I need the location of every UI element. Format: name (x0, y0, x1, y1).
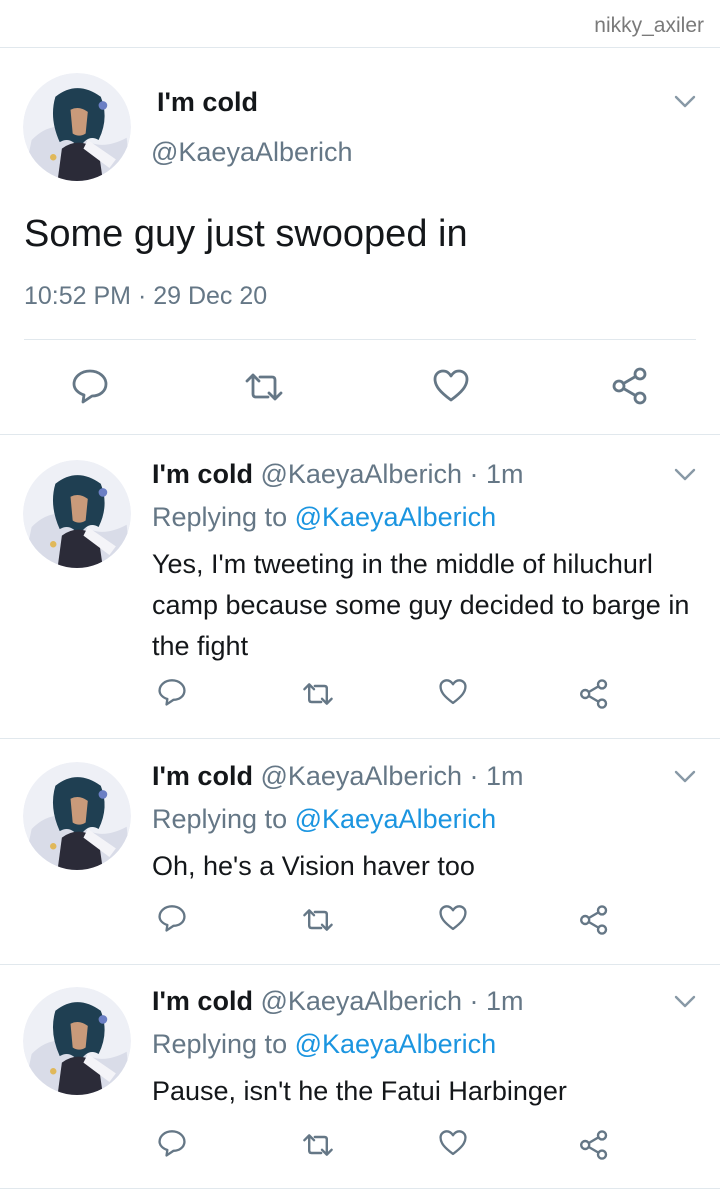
avatar[interactable] (23, 460, 131, 568)
avatar[interactable] (23, 73, 131, 181)
replying-to: Replying to @KaeyaAlberich (152, 804, 496, 835)
chevron-down-icon[interactable] (674, 468, 696, 482)
author-handle-time[interactable]: @KaeyaAlberich · 1m (260, 459, 523, 489)
mention-link[interactable]: @KaeyaAlberich (295, 804, 497, 834)
author-name[interactable]: I'm cold (152, 761, 253, 791)
author-name[interactable]: I'm cold (152, 986, 253, 1016)
reply-icon[interactable] (157, 1129, 187, 1157)
reply-icon[interactable] (71, 368, 109, 404)
replying-prefix: Replying to (152, 502, 295, 532)
tweet-text: Yes, I'm tweeting in the middle of hiluc… (152, 549, 690, 661)
chevron-down-icon[interactable] (674, 770, 696, 784)
reply-tweet: I'm cold @KaeyaAlberich · 1m Replying to… (0, 965, 720, 1187)
like-icon[interactable] (438, 678, 468, 706)
divider (24, 339, 696, 340)
author-name[interactable]: I'm cold (152, 459, 253, 489)
tweet-actions (0, 904, 720, 944)
retweet-icon[interactable] (301, 1133, 335, 1157)
divider (0, 738, 720, 739)
share-icon[interactable] (578, 678, 610, 710)
like-icon[interactable] (432, 368, 470, 404)
retweet-icon[interactable] (301, 682, 335, 706)
avatar[interactable] (23, 762, 131, 870)
divider (0, 1188, 720, 1189)
divider (0, 434, 720, 435)
mention-link[interactable]: @KaeyaAlberich (295, 1029, 497, 1059)
tweet-text: Some guy just swooped in (24, 213, 468, 255)
reply-icon[interactable] (157, 904, 187, 932)
share-icon[interactable] (610, 366, 650, 406)
replying-to: Replying to @KaeyaAlberich (152, 1029, 496, 1060)
share-icon[interactable] (578, 904, 610, 936)
retweet-icon[interactable] (243, 372, 285, 402)
author-handle-time[interactable]: @KaeyaAlberich · 1m (260, 761, 523, 791)
chevron-down-icon[interactable] (674, 995, 696, 1009)
reply-tweet: I'm cold @KaeyaAlberich · 1m Replying to… (0, 740, 720, 962)
reply-header: I'm cold @KaeyaAlberich · 1m (152, 761, 523, 792)
share-icon[interactable] (578, 1129, 610, 1161)
avatar[interactable] (23, 987, 131, 1095)
chevron-down-icon[interactable] (674, 95, 696, 109)
replying-to: Replying to @KaeyaAlberich (152, 502, 496, 533)
reply-icon[interactable] (157, 678, 187, 706)
reply-header: I'm cold @KaeyaAlberich · 1m (152, 986, 523, 1017)
tweet-timestamp[interactable]: 10:52 PM · 29 Dec 20 (24, 282, 267, 311)
replying-prefix: Replying to (152, 804, 295, 834)
like-icon[interactable] (438, 904, 468, 932)
tweet-text: Pause, isn't he the Fatui Harbinger (152, 1076, 567, 1106)
tweet-actions (0, 358, 720, 418)
replying-prefix: Replying to (152, 1029, 295, 1059)
like-icon[interactable] (438, 1129, 468, 1157)
author-handle[interactable]: @KaeyaAlberich (151, 137, 353, 168)
reply-tweet: I'm cold @KaeyaAlberich · 1m Replying to… (0, 438, 720, 736)
watermark: nikky_axiler (594, 14, 704, 37)
tweet-text: Oh, he's a Vision haver too (152, 851, 475, 881)
top-divider (0, 47, 720, 48)
author-handle-time[interactable]: @KaeyaAlberich · 1m (260, 986, 523, 1016)
tweet-actions (0, 678, 720, 718)
retweet-icon[interactable] (301, 908, 335, 932)
mention-link[interactable]: @KaeyaAlberich (295, 502, 497, 532)
author-name[interactable]: I'm cold (157, 87, 258, 118)
tweet-actions (0, 1129, 720, 1169)
reply-header: I'm cold @KaeyaAlberich · 1m (152, 459, 523, 490)
